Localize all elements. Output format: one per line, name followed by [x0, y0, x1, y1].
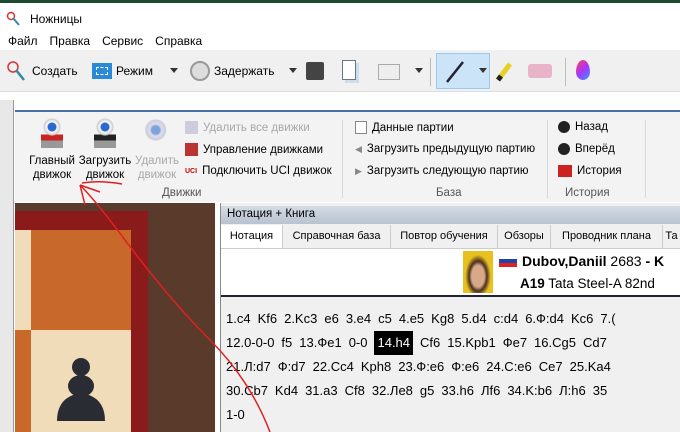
red-annotation-arrow: [79, 180, 271, 432]
